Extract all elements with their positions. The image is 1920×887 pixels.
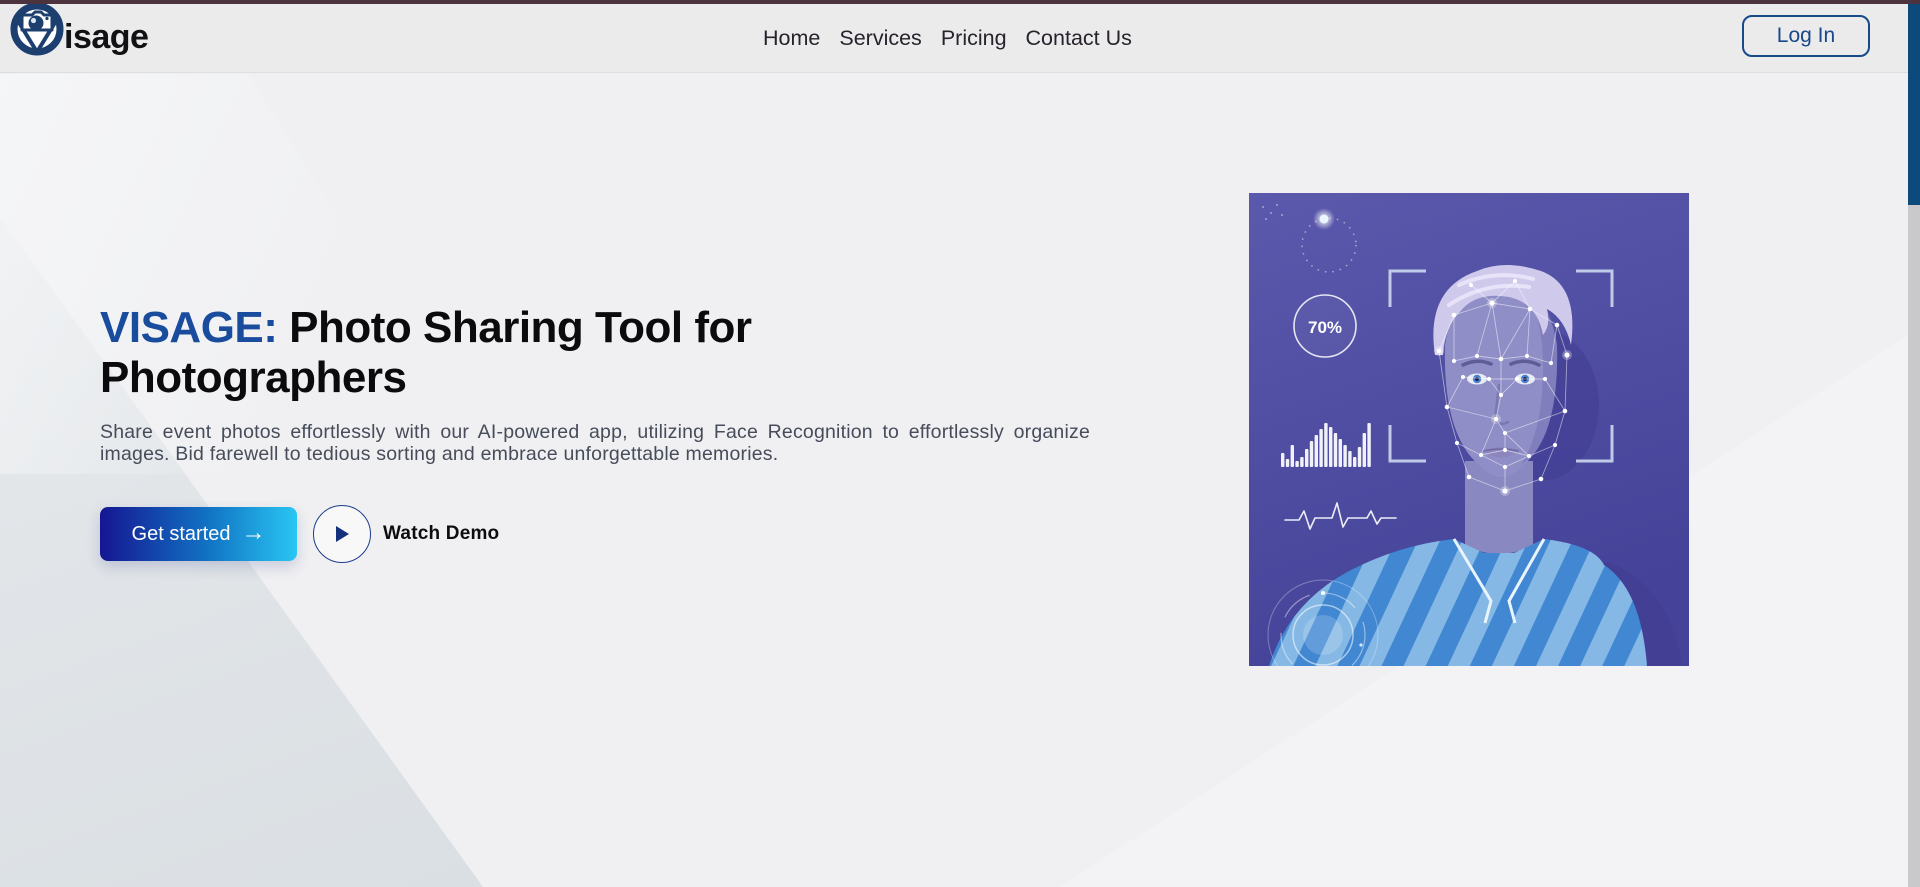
brand-name: isage xyxy=(64,18,148,57)
nav-link-services[interactable]: Services xyxy=(839,26,921,51)
nav-links: Home Services Pricing Contact Us xyxy=(763,4,1132,73)
match-percentage-badge: 70% xyxy=(1308,318,1342,337)
arrow-right-icon: → xyxy=(241,521,265,545)
play-icon xyxy=(334,525,350,543)
title-highlight: VISAGE: xyxy=(100,303,277,352)
page: isage Home Services Pricing Contact Us L… xyxy=(0,0,1920,887)
hero-description: Share event photos effortlessly with our… xyxy=(100,421,1090,465)
page-title: VISAGE: Photo Sharing Tool for Photograp… xyxy=(100,303,900,403)
camera-v-logo-icon xyxy=(6,1,68,61)
watch-demo-label: Watch Demo xyxy=(383,523,499,545)
nav-link-contact-us[interactable]: Contact Us xyxy=(1026,26,1132,51)
top-border xyxy=(0,0,1920,4)
brand-logo[interactable]: isage xyxy=(6,1,148,61)
get-started-button[interactable]: Get started → xyxy=(100,507,297,561)
navbar: isage Home Services Pricing Contact Us L… xyxy=(0,4,1920,73)
scrollbar-track[interactable] xyxy=(1908,4,1920,887)
scrollbar-thumb[interactable] xyxy=(1908,4,1920,205)
play-circle[interactable] xyxy=(313,505,371,563)
nav-link-pricing[interactable]: Pricing xyxy=(941,26,1007,51)
hero-image-face-recognition: 70% xyxy=(1249,193,1689,666)
cta-row: Get started → Watch Demo xyxy=(100,505,1110,563)
login-button[interactable]: Log In xyxy=(1742,15,1870,57)
get-started-label: Get started xyxy=(132,523,231,546)
hero-content: VISAGE: Photo Sharing Tool for Photograp… xyxy=(100,303,1110,563)
watch-demo-button[interactable]: Watch Demo xyxy=(313,505,499,563)
nav-link-home[interactable]: Home xyxy=(763,26,820,51)
hero-section: VISAGE: Photo Sharing Tool for Photograp… xyxy=(0,74,1920,887)
